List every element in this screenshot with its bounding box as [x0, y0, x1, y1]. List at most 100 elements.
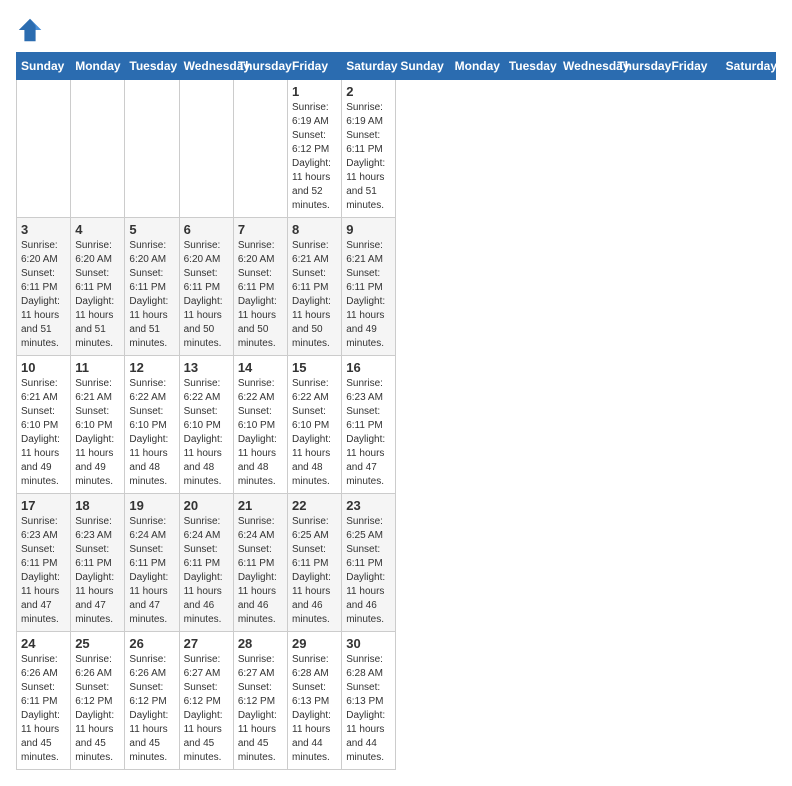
calendar-cell: 2 Sunrise: 6:19 AM Sunset: 6:11 PM Daylig…: [342, 80, 396, 218]
day-number: 21: [238, 498, 283, 513]
day-info: Sunrise: 6:26 AM Sunset: 6:12 PM Dayligh…: [129, 653, 174, 765]
calendar-cell: [233, 80, 287, 218]
calendar-cell: 6Sunrise: 6:20 AM Sunset: 6:11 PM Daylig…: [179, 218, 233, 356]
day-info: Sunrise: 6:20 AM Sunset: 6:11 PM Dayligh…: [129, 239, 174, 351]
day-number: 4: [75, 222, 120, 237]
day-info: Sunrise: 6:28 AM Sunset: 6:13 PM Dayligh…: [292, 653, 337, 765]
calendar-cell: 20 Sunrise: 6:24 AM Sunset: 6:11 PM Dayli…: [179, 494, 233, 632]
day-info: Sunrise: 6:20 AM Sunset: 6:11 PM Dayligh…: [21, 239, 66, 351]
day-number: 13: [184, 360, 229, 375]
day-info: Sunrise: 6:27 AM Sunset: 6:12 PM Dayligh…: [238, 653, 283, 765]
day-info: Sunrise: 6:20 AM Sunset: 6:11 PM Dayligh…: [184, 239, 229, 351]
calendar-cell: 14Sunrise: 6:22 AM Sunset: 6:10 PM Dayli…: [233, 356, 287, 494]
calendar-cell: 25 Sunrise: 6:26 AM Sunset: 6:12 PM Dayli…: [71, 632, 125, 770]
calendar-cell: 23Sunrise: 6:25 AM Sunset: 6:11 PM Dayli…: [342, 494, 396, 632]
day-info: Sunrise: 6:20 AM Sunset: 6:11 PM Dayligh…: [238, 239, 283, 351]
day-info: Sunrise: 6:24 AM Sunset: 6:11 PM Dayligh…: [238, 515, 283, 627]
day-info: Sunrise: 6:19 AM Sunset: 6:11 PM Dayligh…: [346, 101, 391, 213]
calendar-cell: 7 Sunrise: 6:20 AM Sunset: 6:11 PM Daylig…: [233, 218, 287, 356]
header-thursday: Thursday: [233, 53, 287, 80]
header-tuesday: Tuesday: [125, 53, 179, 80]
day-number: 25: [75, 636, 120, 651]
calendar-cell: 1 Sunrise: 6:19 AM Sunset: 6:12 PM Daylig…: [288, 80, 342, 218]
calendar-cell: 13 Sunrise: 6:22 AM Sunset: 6:10 PM Dayli…: [179, 356, 233, 494]
header-wednesday: Wednesday: [179, 53, 233, 80]
day-number: 26: [129, 636, 174, 651]
day-info: Sunrise: 6:26 AM Sunset: 6:12 PM Dayligh…: [75, 653, 120, 765]
calendar-cell: 29 Sunrise: 6:28 AM Sunset: 6:13 PM Dayli…: [288, 632, 342, 770]
calendar-cell: [125, 80, 179, 218]
day-number: 24: [21, 636, 66, 651]
day-number: 8: [292, 222, 337, 237]
day-info: Sunrise: 6:25 AM Sunset: 6:11 PM Dayligh…: [346, 515, 391, 627]
day-number: 22: [292, 498, 337, 513]
calendar-cell: 21 Sunrise: 6:24 AM Sunset: 6:11 PM Dayli…: [233, 494, 287, 632]
day-number: 2: [346, 84, 391, 99]
header-saturday: Saturday: [342, 53, 396, 80]
day-info: Sunrise: 6:24 AM Sunset: 6:11 PM Dayligh…: [184, 515, 229, 627]
day-number: 29: [292, 636, 337, 651]
header-thursday: Thursday: [613, 53, 667, 80]
day-number: 20: [184, 498, 229, 513]
header-monday: Monday: [450, 53, 504, 80]
day-info: Sunrise: 6:22 AM Sunset: 6:10 PM Dayligh…: [184, 377, 229, 489]
header-saturday: Saturday: [721, 53, 775, 80]
calendar-cell: 10 Sunrise: 6:21 AM Sunset: 6:10 PM Dayli…: [17, 356, 71, 494]
day-info: Sunrise: 6:19 AM Sunset: 6:12 PM Dayligh…: [292, 101, 337, 213]
day-number: 15: [292, 360, 337, 375]
calendar-cell: [71, 80, 125, 218]
day-number: 7: [238, 222, 283, 237]
day-number: 16: [346, 360, 391, 375]
day-number: 12: [129, 360, 174, 375]
day-info: Sunrise: 6:20 AM Sunset: 6:11 PM Dayligh…: [75, 239, 120, 351]
day-info: Sunrise: 6:28 AM Sunset: 6:13 PM Dayligh…: [346, 653, 391, 765]
calendar-cell: 26 Sunrise: 6:26 AM Sunset: 6:12 PM Dayli…: [125, 632, 179, 770]
calendar-week-1: 1 Sunrise: 6:19 AM Sunset: 6:12 PM Daylig…: [17, 80, 776, 218]
calendar-cell: 5 Sunrise: 6:20 AM Sunset: 6:11 PM Daylig…: [125, 218, 179, 356]
day-info: Sunrise: 6:21 AM Sunset: 6:10 PM Dayligh…: [21, 377, 66, 489]
calendar-cell: 27Sunrise: 6:27 AM Sunset: 6:12 PM Dayli…: [179, 632, 233, 770]
calendar-week-4: 17Sunrise: 6:23 AM Sunset: 6:11 PM Dayli…: [17, 494, 776, 632]
header-wednesday: Wednesday: [559, 53, 613, 80]
calendar-cell: 30 Sunrise: 6:28 AM Sunset: 6:13 PM Dayli…: [342, 632, 396, 770]
day-number: 18: [75, 498, 120, 513]
day-info: Sunrise: 6:26 AM Sunset: 6:11 PM Dayligh…: [21, 653, 66, 765]
calendar-cell: 12 Sunrise: 6:22 AM Sunset: 6:10 PM Dayli…: [125, 356, 179, 494]
calendar-cell: 17Sunrise: 6:23 AM Sunset: 6:11 PM Dayli…: [17, 494, 71, 632]
day-info: Sunrise: 6:24 AM Sunset: 6:11 PM Dayligh…: [129, 515, 174, 627]
calendar-week-5: 24 Sunrise: 6:26 AM Sunset: 6:11 PM Dayli…: [17, 632, 776, 770]
day-number: 5: [129, 222, 174, 237]
calendar-week-2: 3 Sunrise: 6:20 AM Sunset: 6:11 PM Daylig…: [17, 218, 776, 356]
day-number: 30: [346, 636, 391, 651]
calendar-cell: 22 Sunrise: 6:25 AM Sunset: 6:11 PM Dayli…: [288, 494, 342, 632]
day-number: 9: [346, 222, 391, 237]
day-info: Sunrise: 6:27 AM Sunset: 6:12 PM Dayligh…: [184, 653, 229, 765]
page-header: [16, 16, 776, 44]
calendar-cell: 18Sunrise: 6:23 AM Sunset: 6:11 PM Dayli…: [71, 494, 125, 632]
header-friday: Friday: [667, 53, 721, 80]
day-number: 11: [75, 360, 120, 375]
calendar-cell: 9 Sunrise: 6:21 AM Sunset: 6:11 PM Daylig…: [342, 218, 396, 356]
day-number: 28: [238, 636, 283, 651]
day-number: 1: [292, 84, 337, 99]
calendar-table: SundayMondayTuesdayWednesdayThursdayFrid…: [16, 52, 776, 770]
calendar-cell: 4 Sunrise: 6:20 AM Sunset: 6:11 PM Daylig…: [71, 218, 125, 356]
calendar-week-3: 10 Sunrise: 6:21 AM Sunset: 6:10 PM Dayli…: [17, 356, 776, 494]
logo-icon: [16, 16, 44, 44]
day-info: Sunrise: 6:25 AM Sunset: 6:11 PM Dayligh…: [292, 515, 337, 627]
day-number: 19: [129, 498, 174, 513]
day-number: 10: [21, 360, 66, 375]
calendar-header-row: SundayMondayTuesdayWednesdayThursdayFrid…: [17, 53, 776, 80]
day-number: 17: [21, 498, 66, 513]
day-info: Sunrise: 6:22 AM Sunset: 6:10 PM Dayligh…: [129, 377, 174, 489]
logo: [16, 16, 48, 44]
day-info: Sunrise: 6:21 AM Sunset: 6:11 PM Dayligh…: [292, 239, 337, 351]
day-number: 3: [21, 222, 66, 237]
day-number: 14: [238, 360, 283, 375]
day-info: Sunrise: 6:21 AM Sunset: 6:11 PM Dayligh…: [346, 239, 391, 351]
calendar-cell: 15Sunrise: 6:22 AM Sunset: 6:10 PM Dayli…: [288, 356, 342, 494]
calendar-cell: 3 Sunrise: 6:20 AM Sunset: 6:11 PM Daylig…: [17, 218, 71, 356]
calendar-cell: 28 Sunrise: 6:27 AM Sunset: 6:12 PM Dayli…: [233, 632, 287, 770]
calendar-cell: [17, 80, 71, 218]
header-tuesday: Tuesday: [504, 53, 558, 80]
